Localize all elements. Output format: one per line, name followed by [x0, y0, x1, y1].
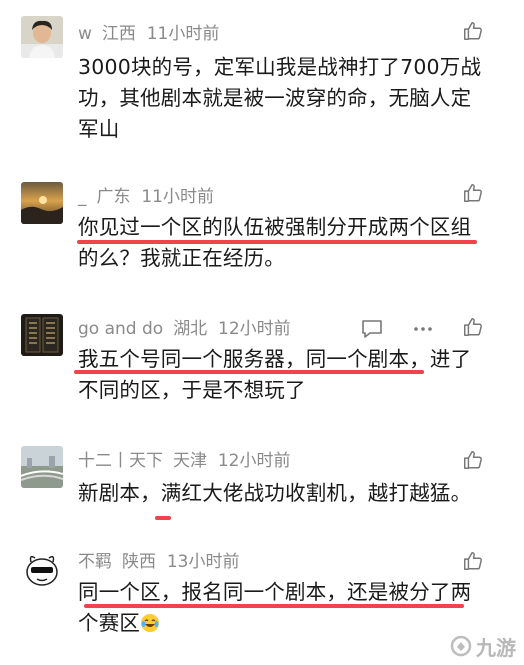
timestamp: 11小时前 [141, 187, 214, 207]
reply-icon[interactable] [360, 318, 384, 340]
timestamp: 12小时前 [218, 319, 291, 339]
comment-text: 同一个区，报名同一个剧本，还是被分了两 个赛区 [78, 577, 488, 639]
avatar[interactable] [21, 182, 63, 224]
comment-item: 十二丨天下 天津 12小时前 新剧本，满红大佬战功收割机，越打越猛。 [0, 440, 524, 540]
comment-item: _ 广东 11小时前 你见过一个区的队伍被强制分开成两个区组 的么？我就正在经历。 [0, 160, 524, 300]
comment-text-line: 的么？我就正在经历。 [78, 246, 285, 270]
avatar[interactable] [21, 446, 63, 488]
like-icon[interactable] [462, 20, 484, 42]
highlight-underline [84, 604, 464, 608]
comment-text-fragment: 个赛区 [78, 611, 141, 635]
comment-item: w 江西 11小时前 3000块的号，定军山我是战神打了700万战功，其他剧本就是… [0, 0, 524, 160]
highlight-underline [74, 370, 424, 374]
username[interactable]: w [78, 24, 92, 44]
location: 天津 [173, 451, 207, 471]
laughing-tears-emoji-icon [141, 614, 160, 632]
username[interactable]: 十二丨天下 [78, 451, 163, 471]
like-icon[interactable] [462, 550, 484, 572]
like-icon[interactable] [462, 182, 484, 204]
comment-text-line: 你见过一个区的队伍被强制分开成两个区组 [78, 215, 472, 239]
location: 江西 [101, 24, 136, 44]
comment-text: 新剧本，满红大佬战功收割机，越打越猛。 [78, 481, 472, 505]
more-icon[interactable] [411, 318, 435, 340]
like-icon[interactable] [462, 316, 484, 338]
avatar[interactable] [21, 548, 63, 590]
timestamp: 13小时前 [166, 552, 240, 572]
location: 湖北 [173, 319, 208, 339]
location: 陕西 [122, 552, 156, 572]
comment-meta: go and do 湖北 12小时前 [78, 318, 291, 340]
comment-meta: w 江西 11小时前 [78, 23, 219, 45]
comment-text: 3000块的号，定军山我是战神打了700万战功，其他剧本就是被一波穿的命，无脑人… [78, 55, 482, 141]
comment-item: go and do 湖北 12小时前 我五个号同一个服务器，同一个剧本，进了 不同… [0, 300, 524, 440]
comment-meta: _ 广东 11小时前 [78, 186, 214, 208]
avatar[interactable] [21, 314, 63, 356]
timestamp: 11小时前 [146, 24, 220, 44]
watermark: 九游 [450, 633, 516, 660]
comment-meta: 十二丨天下 天津 12小时前 [78, 450, 290, 472]
highlight-underline [77, 240, 477, 244]
username[interactable]: 不羁 [78, 552, 112, 572]
highlight-underline [155, 516, 171, 520]
comment-meta: 不羁 陕西 13小时前 [78, 551, 239, 573]
avatar[interactable] [21, 16, 63, 58]
comment-text-line: 个赛区 [78, 608, 488, 639]
watermark-text: 九游 [476, 635, 516, 660]
username[interactable]: _ [78, 187, 87, 207]
timestamp: 12小时前 [217, 451, 291, 471]
comment-text: 我五个号同一个服务器，同一个剧本，进了 不同的区，于是不想玩了 [78, 344, 488, 406]
like-icon[interactable] [462, 449, 484, 471]
comment-item: 不羁 陕西 13小时前 同一个区，报名同一个剧本，还是被分了两 个赛区 [0, 540, 524, 665]
location: 广东 [96, 187, 131, 207]
watermark-logo-icon [450, 635, 472, 657]
comment-text-line: 不同的区，于是不想玩了 [78, 378, 306, 402]
username[interactable]: go and do [78, 319, 163, 339]
